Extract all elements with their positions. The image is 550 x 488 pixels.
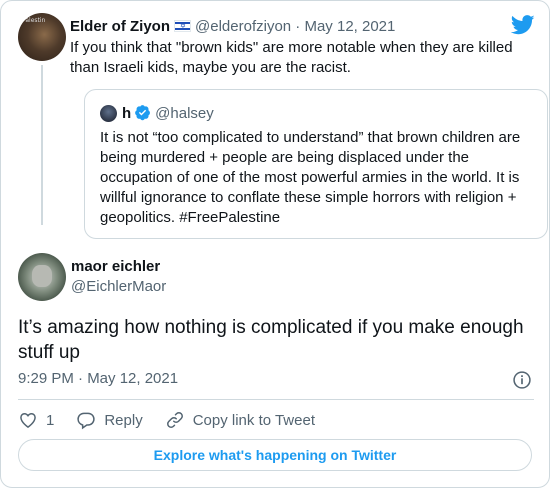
reply-label: Reply	[104, 411, 143, 429]
parent-display-name[interactable]: Elder of Ziyon	[70, 18, 170, 35]
quoted-tweet-text: It is not “too complicated to understand…	[100, 129, 521, 226]
action-bar: 1 Reply Copy link to Tweet	[18, 409, 337, 431]
tweet-embed-card: Palestin Elder of Ziyon ✡ @elderofziyon · …	[0, 0, 550, 488]
quoted-tweet-header: h @halsey	[122, 104, 214, 124]
avatar-label: Palestin	[22, 17, 46, 24]
reply-icon	[77, 412, 96, 430]
israel-flag-icon: ✡	[174, 20, 192, 32]
twitter-bird-icon[interactable]	[511, 15, 535, 35]
like-button[interactable]: 1	[18, 410, 54, 430]
main-tweet-text: It’s amazing how nothing is complicated …	[18, 317, 524, 363]
link-icon	[166, 412, 183, 428]
parent-handle[interactable]: @elderofziyon	[195, 18, 291, 35]
copy-link-button[interactable]: Copy link to Tweet	[165, 410, 315, 430]
reply-button[interactable]: Reply	[76, 410, 143, 430]
like-count: 1	[46, 411, 55, 429]
parent-tweet-header: Elder of Ziyon ✡ @elderofziyon · May 12, 2…	[70, 17, 395, 37]
main-avatar[interactable]	[18, 253, 66, 301]
thread-connector-line	[41, 65, 43, 225]
parent-tweet-text: If you think that "brown kids" are more …	[70, 39, 513, 76]
verified-badge-icon	[135, 105, 151, 121]
divider	[18, 399, 534, 400]
main-handle[interactable]: @EichlerMaor	[71, 277, 166, 297]
copy-link-label: Copy link to Tweet	[192, 411, 315, 429]
header-separator: ·	[295, 18, 301, 35]
quoted-display-name: h	[122, 105, 132, 122]
quoted-tweet[interactable]: h @halsey It is not “too complicated to u…	[84, 89, 548, 239]
main-timestamp[interactable]: 9:29 PM · May 12, 2021	[18, 369, 178, 389]
avatar-face	[32, 265, 52, 287]
quoted-avatar	[100, 105, 117, 122]
main-display-name[interactable]: maor eichler	[71, 257, 160, 277]
info-icon[interactable]	[512, 370, 532, 390]
quoted-handle: @halsey	[155, 105, 214, 122]
parent-avatar[interactable]: Palestin	[18, 13, 66, 61]
heart-icon	[20, 412, 36, 428]
parent-date[interactable]: May 12, 2021	[304, 18, 395, 35]
explore-twitter-button[interactable]: Explore what's happening on Twitter	[18, 439, 532, 471]
